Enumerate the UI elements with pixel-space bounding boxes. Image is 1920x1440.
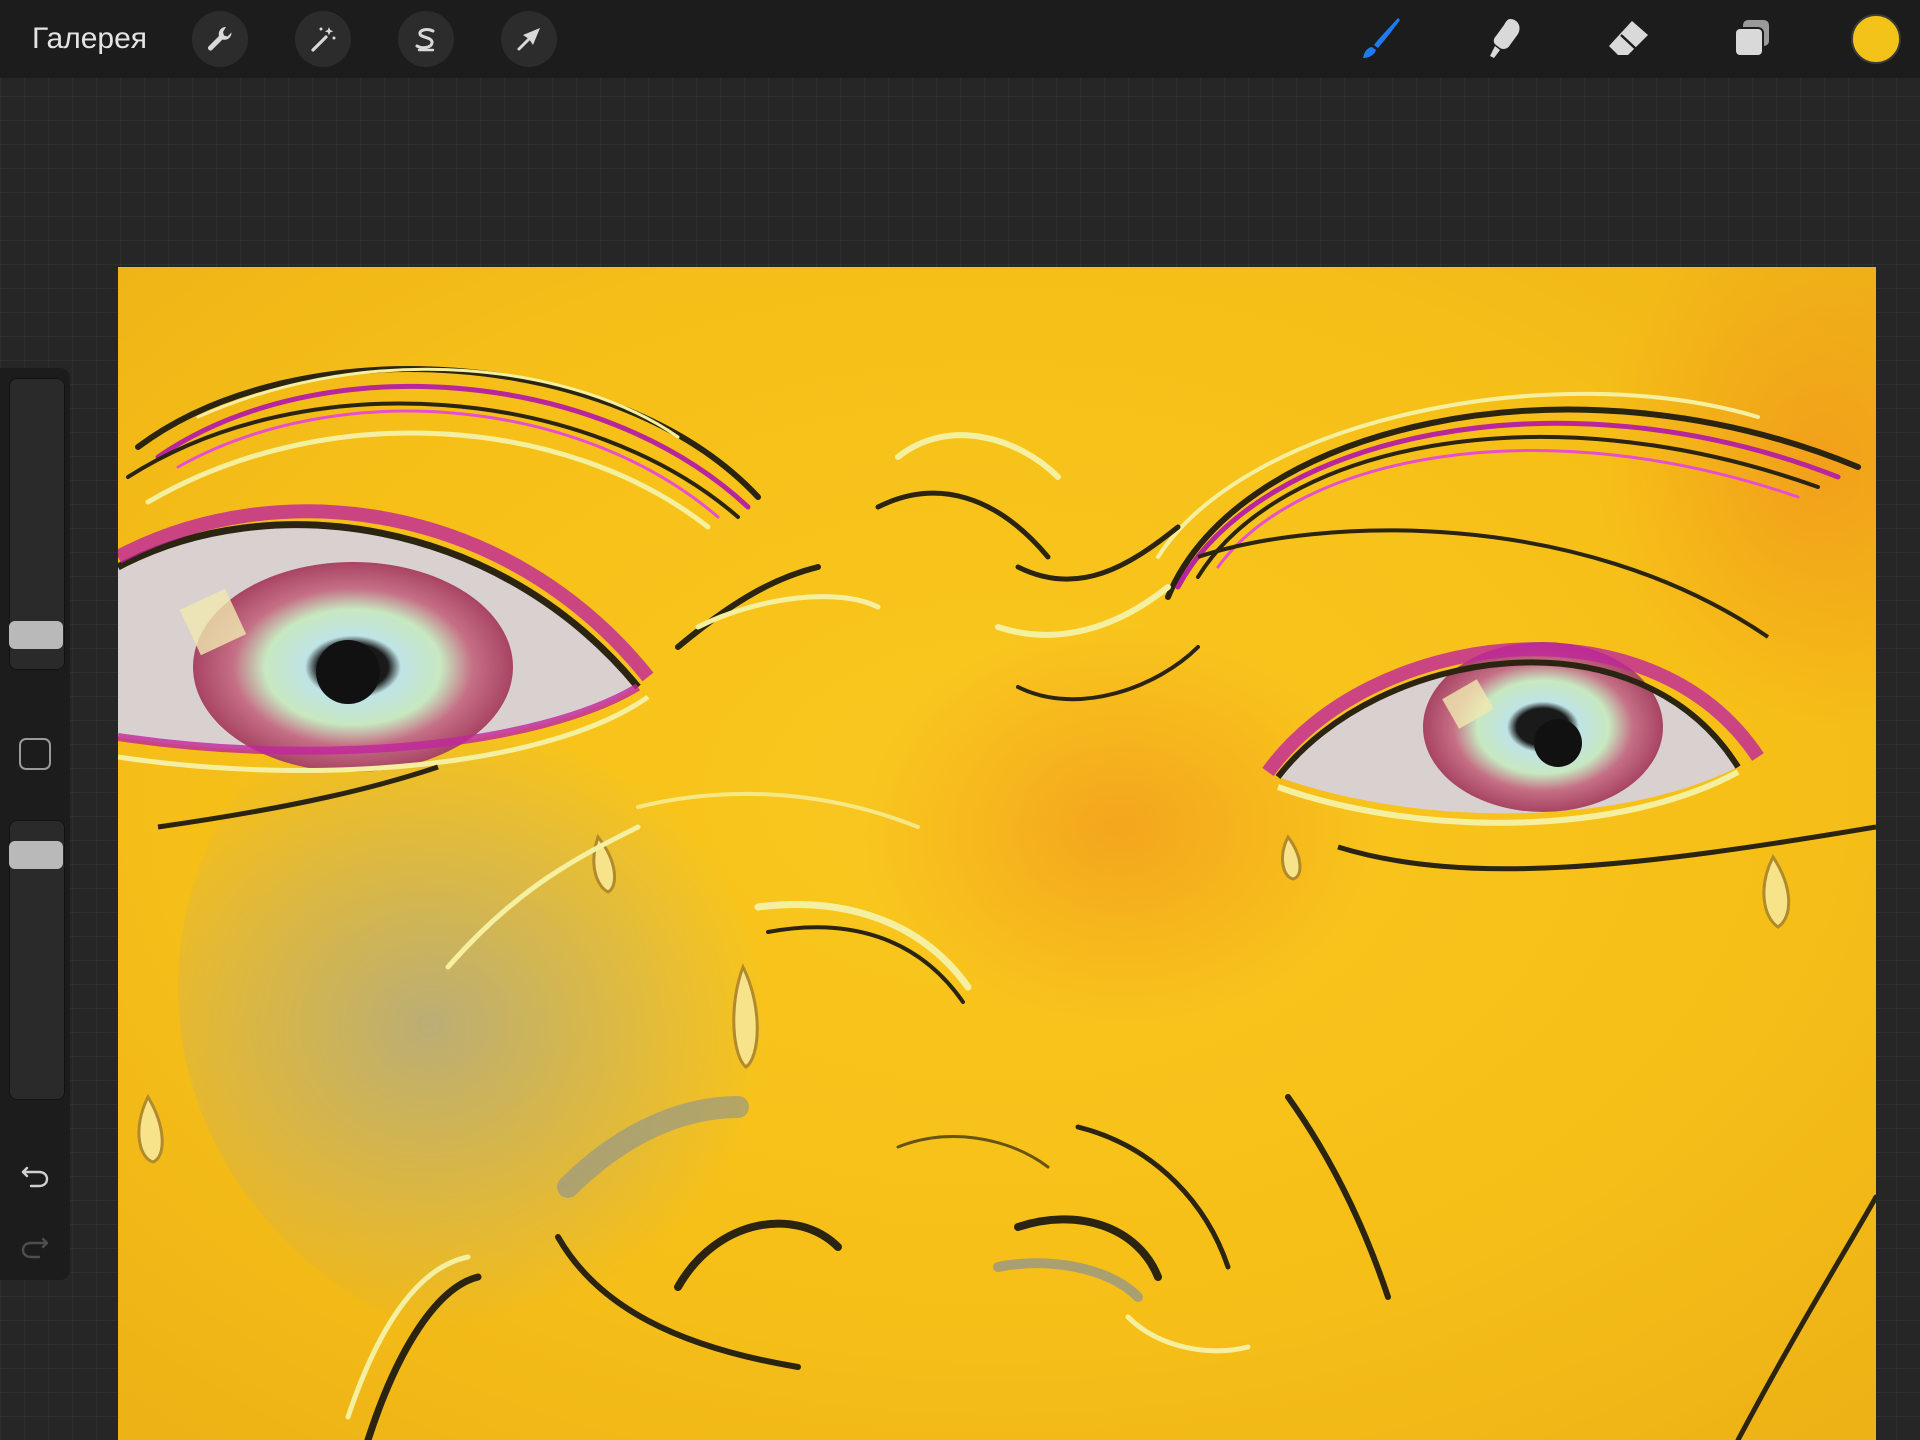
smudge-tool-button[interactable] bbox=[1476, 11, 1532, 67]
brush-tool-button[interactable] bbox=[1352, 11, 1408, 67]
smudge-finger-icon bbox=[1490, 19, 1520, 58]
modify-square-icon[interactable] bbox=[19, 738, 51, 770]
procreate-app: Галерея bbox=[0, 0, 1920, 1440]
top-toolbar: Галерея bbox=[0, 0, 1920, 78]
layers-button[interactable] bbox=[1724, 11, 1780, 67]
transform-button[interactable] bbox=[501, 11, 557, 67]
brush-icon bbox=[1363, 18, 1400, 58]
undo-icon[interactable] bbox=[17, 1157, 53, 1193]
eraser-icon bbox=[1609, 21, 1648, 55]
selection-s-icon bbox=[415, 28, 435, 52]
magic-wand-icon bbox=[311, 27, 336, 52]
color-picker-button[interactable] bbox=[1851, 14, 1901, 64]
gallery-button[interactable]: Галерея bbox=[32, 20, 147, 58]
canvas-artwork bbox=[118, 267, 1876, 1440]
drawing-canvas[interactable] bbox=[118, 267, 1876, 1440]
selection-button[interactable] bbox=[398, 11, 454, 67]
brush-opacity-thumb[interactable] bbox=[9, 840, 63, 869]
wrench-icon bbox=[208, 26, 232, 51]
redo-icon[interactable] bbox=[17, 1228, 53, 1264]
left-sidebar bbox=[0, 368, 70, 1280]
adjustments-button[interactable] bbox=[295, 11, 351, 67]
eraser-tool-button[interactable] bbox=[1600, 11, 1656, 67]
brush-size-thumb[interactable] bbox=[9, 620, 63, 649]
actions-button[interactable] bbox=[192, 11, 248, 67]
skin-warm-glow bbox=[858, 627, 1378, 1027]
arrow-cursor-icon bbox=[517, 28, 540, 51]
layers-icon bbox=[1734, 20, 1769, 57]
